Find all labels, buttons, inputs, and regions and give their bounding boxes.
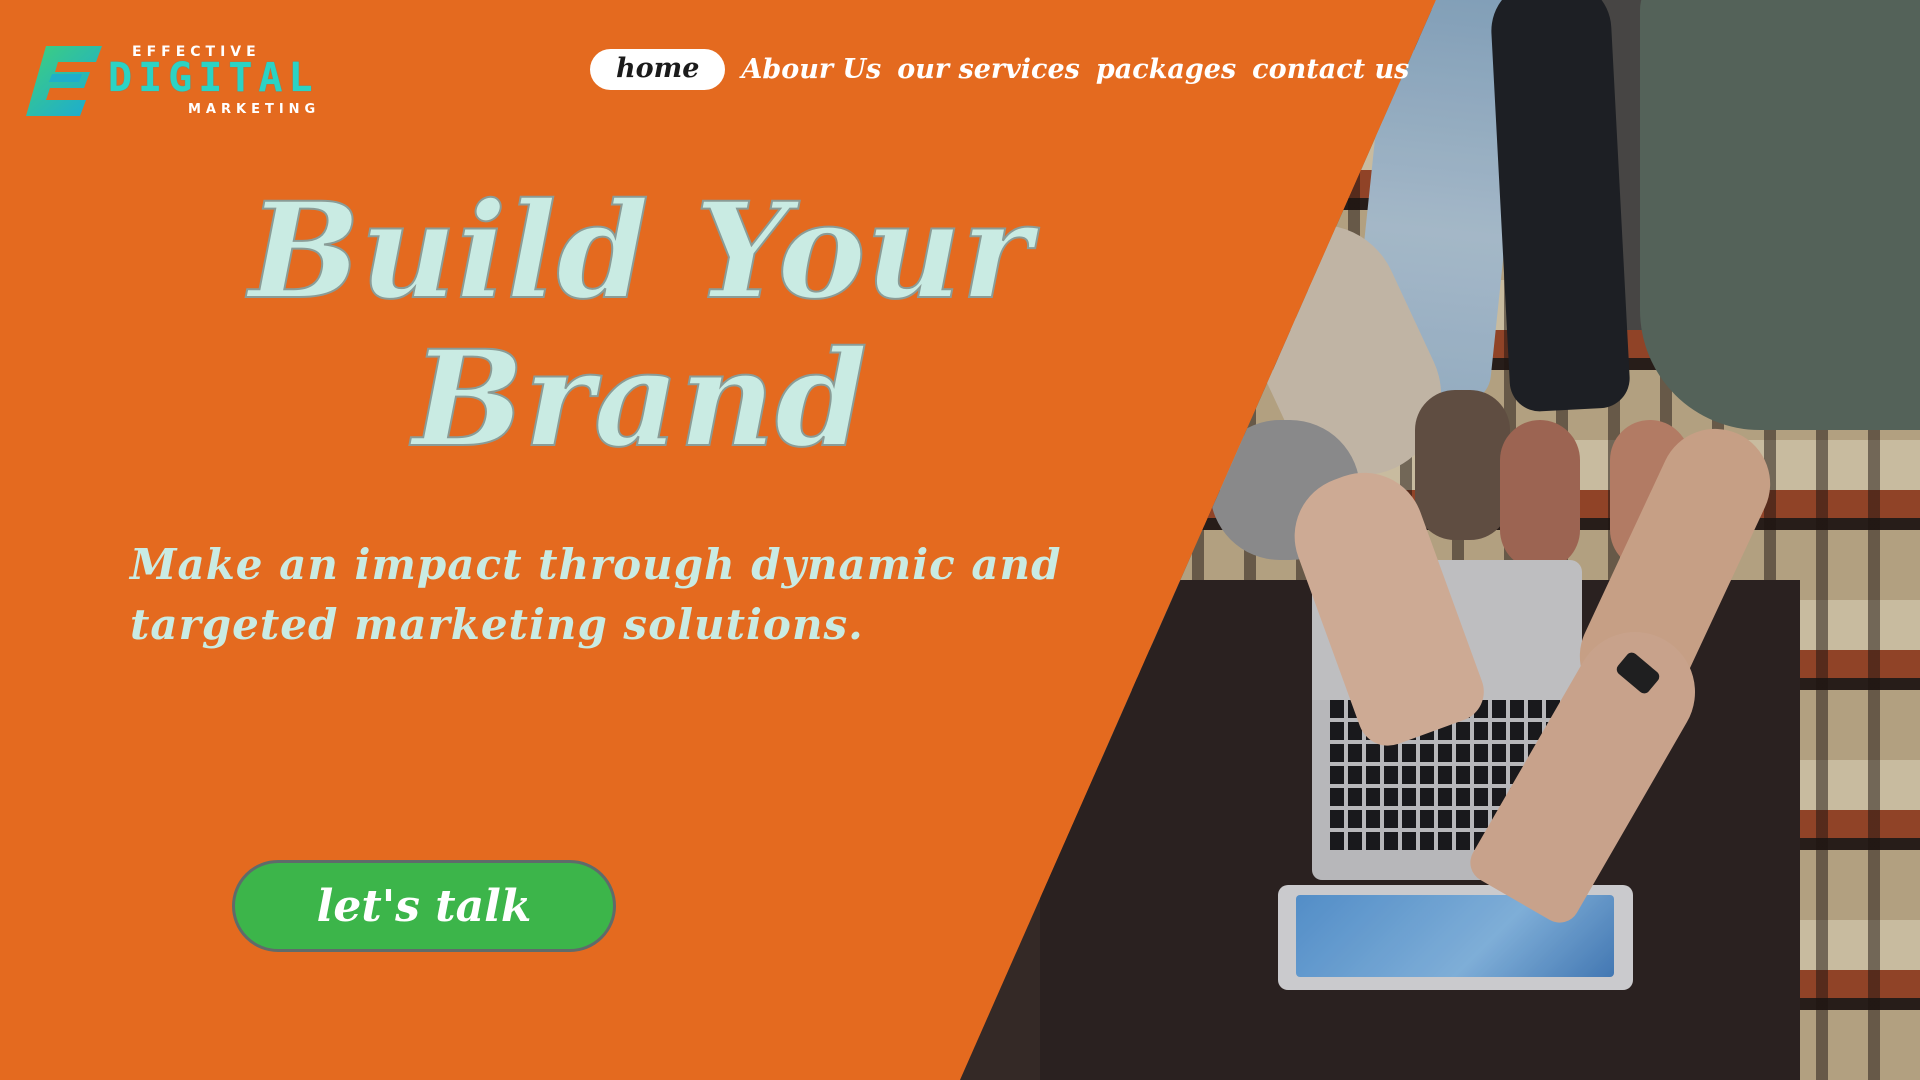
hero-subtitle-line1: Make an impact through dynamic and — [130, 540, 1062, 589]
nav-home[interactable]: home — [590, 48, 726, 90]
main-nav: home Abour Us our services packages cont… — [590, 46, 1417, 92]
hero-headline: Build Your Brand — [110, 177, 1170, 477]
hero-subtitle-line2: targeted marketing solutions. — [130, 600, 864, 649]
landing-page: EFFECTIVE DIGITAL MARKETING home Abour U… — [0, 0, 1920, 1080]
logo-bottom-text: MARKETING — [188, 102, 321, 117]
brand-logo[interactable]: EFFECTIVE DIGITAL MARKETING — [24, 44, 334, 120]
nav-about-us[interactable]: Abour Us — [733, 54, 889, 85]
nav-contact-us[interactable]: contact us — [1244, 54, 1417, 85]
lets-talk-button[interactable]: let's talk — [232, 860, 616, 952]
hero-headline-line2: Brand — [412, 322, 869, 477]
logo-main-text: DIGITAL — [108, 55, 319, 101]
nav-packages[interactable]: packages — [1088, 54, 1244, 85]
hero-subtitle: Make an impact through dynamic and targe… — [130, 535, 1110, 655]
hero-headline-line1: Build Your — [248, 174, 1032, 329]
nav-our-services[interactable]: our services — [889, 54, 1088, 85]
logo-e-icon — [26, 46, 102, 116]
